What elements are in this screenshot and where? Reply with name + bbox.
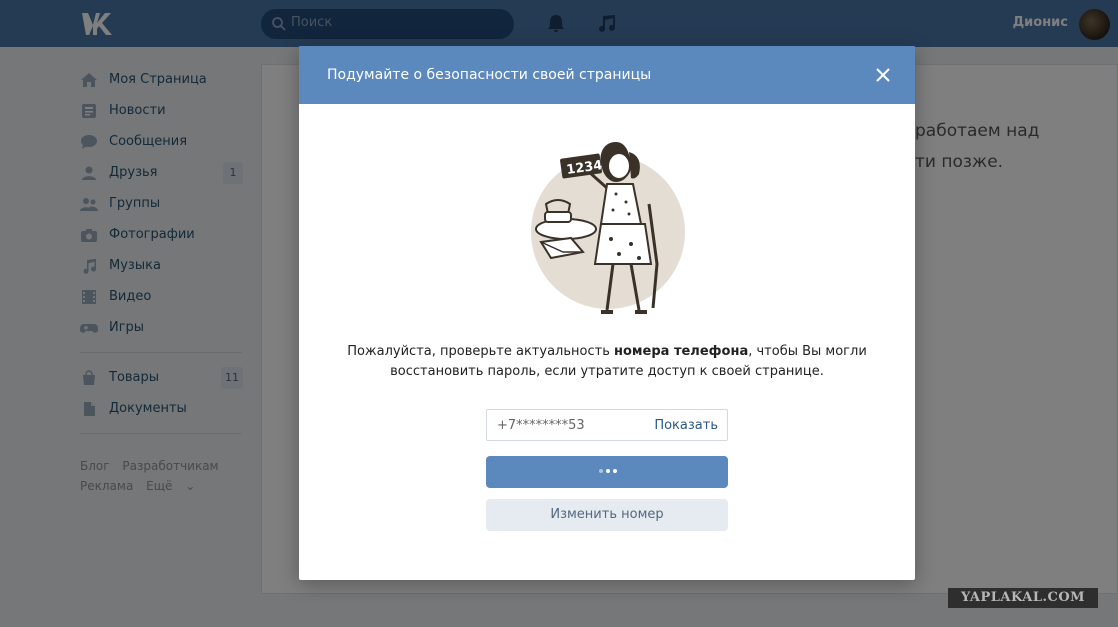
watermark: YAPLAKAL.COM	[948, 588, 1098, 608]
loading-dots-icon	[599, 469, 617, 473]
change-number-button[interactable]: Изменить номер	[486, 499, 728, 531]
security-modal: Подумайте о безопасности своей страницы …	[299, 46, 915, 580]
phone-number-value: +7********53	[497, 418, 585, 433]
security-message: Пожалуйста, проверьте актуальность номер…	[347, 344, 867, 379]
close-icon[interactable]	[875, 67, 891, 83]
phone-security-illustration: 1234	[531, 142, 685, 314]
modal-header: Подумайте о безопасности своей страницы	[299, 46, 915, 104]
phone-number-field[interactable]: +7********53 Показать	[486, 409, 728, 441]
modal-title: Подумайте о безопасности своей страницы	[327, 67, 652, 83]
confirm-button-loading[interactable]	[486, 456, 728, 488]
show-number-link[interactable]: Показать	[654, 418, 718, 433]
